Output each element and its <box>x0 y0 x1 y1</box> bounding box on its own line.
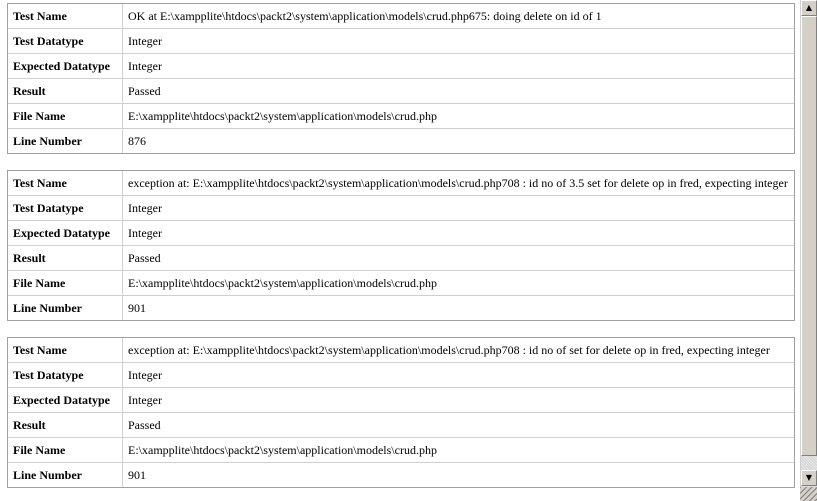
page-viewport: Test Name OK at E:\xampplite\htdocs\pack… <box>0 0 799 501</box>
table-row: Test Name exception at: E:\xampplite\htd… <box>8 171 794 195</box>
file-name-value: E:\xampplite\htdocs\packt2\system\applic… <box>123 437 794 462</box>
table-row: Test Datatype Integer <box>8 28 794 53</box>
line-number-label: Line Number <box>8 295 123 320</box>
table-row: Line Number 901 <box>8 462 794 487</box>
table-row: File Name E:\xampplite\htdocs\packt2\sys… <box>8 103 794 128</box>
table-row: Test Datatype Integer <box>8 362 794 387</box>
result-value: Passed <box>123 412 794 437</box>
test-datatype-label: Test Datatype <box>8 362 123 387</box>
line-number-value: 876 <box>123 128 794 153</box>
file-name-value: E:\xampplite\htdocs\packt2\system\applic… <box>123 270 794 295</box>
expected-datatype-label: Expected Datatype <box>8 387 123 412</box>
table-row: Result Passed <box>8 412 794 437</box>
table-row: Expected Datatype Integer <box>8 220 794 245</box>
scroll-up-button[interactable]: ▲ <box>801 0 817 16</box>
result-label: Result <box>8 412 123 437</box>
table-row: Expected Datatype Integer <box>8 53 794 78</box>
test-datatype-label: Test Datatype <box>8 28 123 53</box>
table-row: Test Name OK at E:\xampplite\htdocs\pack… <box>8 4 794 28</box>
result-value: Passed <box>123 245 794 270</box>
result-label: Result <box>8 245 123 270</box>
triangle-down-icon: ▼ <box>805 473 813 482</box>
table-row: File Name E:\xampplite\htdocs\packt2\sys… <box>8 437 794 462</box>
resize-grip-icon[interactable] <box>800 487 817 501</box>
file-name-value: E:\xampplite\htdocs\packt2\system\applic… <box>123 103 794 128</box>
test-name-label: Test Name <box>8 171 123 195</box>
expected-datatype-value: Integer <box>123 387 794 412</box>
line-number-value: 901 <box>123 462 794 487</box>
table-row: Expected Datatype Integer <box>8 387 794 412</box>
table-row: Line Number 876 <box>8 128 794 153</box>
scroll-down-button[interactable]: ▼ <box>801 470 817 486</box>
expected-datatype-label: Expected Datatype <box>8 53 123 78</box>
unit-test-report: Test Name OK at E:\xampplite\htdocs\pack… <box>7 3 795 501</box>
test-name-label: Test Name <box>8 4 123 28</box>
test-result-table: Test Name OK at E:\xampplite\htdocs\pack… <box>7 3 795 154</box>
test-result-table: Test Name exception at: E:\xampplite\htd… <box>7 337 795 488</box>
table-row: Test Name exception at: E:\xampplite\htd… <box>8 338 794 362</box>
table-row: Line Number 901 <box>8 295 794 320</box>
file-name-label: File Name <box>8 103 123 128</box>
table-row: File Name E:\xampplite\htdocs\packt2\sys… <box>8 270 794 295</box>
expected-datatype-value: Integer <box>123 220 794 245</box>
result-value: Passed <box>123 78 794 103</box>
table-row: Result Passed <box>8 78 794 103</box>
test-name-value: exception at: E:\xampplite\htdocs\packt2… <box>128 342 770 357</box>
line-number-label: Line Number <box>8 462 123 487</box>
test-datatype-value: Integer <box>123 195 794 220</box>
file-name-label: File Name <box>8 270 123 295</box>
test-name-value: exception at: E:\xampplite\htdocs\packt2… <box>128 175 788 190</box>
test-result-table: Test Name exception at: E:\xampplite\htd… <box>7 170 795 321</box>
line-number-value: 901 <box>123 295 794 320</box>
triangle-up-icon: ▲ <box>805 3 813 12</box>
expected-datatype-label: Expected Datatype <box>8 220 123 245</box>
table-row: Test Datatype Integer <box>8 195 794 220</box>
file-name-label: File Name <box>8 437 123 462</box>
vertical-scrollbar[interactable]: ▲ ▼ <box>800 0 817 501</box>
table-row: Result Passed <box>8 245 794 270</box>
test-datatype-value: Integer <box>123 362 794 387</box>
scroll-thumb[interactable] <box>801 16 817 456</box>
test-name-label: Test Name <box>8 338 123 362</box>
test-datatype-label: Test Datatype <box>8 195 123 220</box>
test-name-value: OK at E:\xampplite\htdocs\packt2\system\… <box>128 8 602 23</box>
test-datatype-value: Integer <box>123 28 794 53</box>
expected-datatype-value: Integer <box>123 53 794 78</box>
line-number-label: Line Number <box>8 128 123 153</box>
result-label: Result <box>8 78 123 103</box>
